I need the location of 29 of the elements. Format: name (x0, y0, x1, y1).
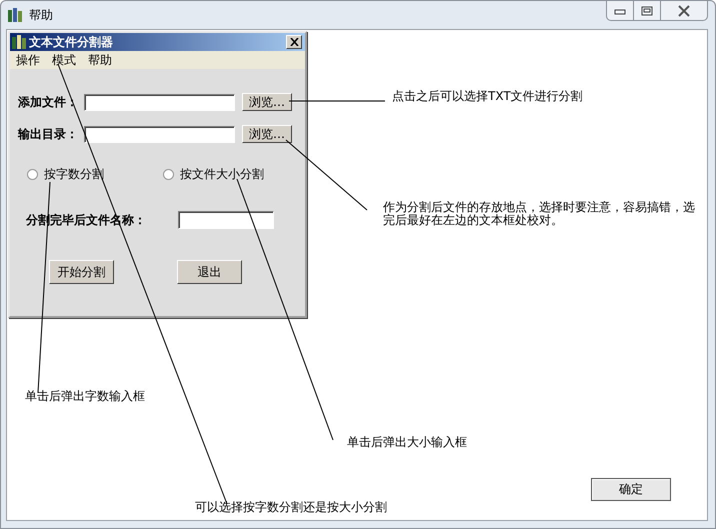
ok-button[interactable]: 确定 (591, 478, 671, 501)
browse-button[interactable]: 浏览… (242, 93, 292, 111)
close-icon (290, 38, 298, 46)
close-icon (677, 4, 691, 16)
annotation-text: 作为分割后文件的存放地点，选择时要注意，容易搞错，选完后最好在左边的文本框处校对。 (383, 201, 696, 227)
annotation-text: 可以选择按字数分割还是按大小分割 (195, 501, 387, 514)
maximize-icon (641, 6, 653, 16)
menu-item[interactable]: 模式 (52, 52, 76, 68)
annotation-text: 单击后弹出大小输入框 (347, 436, 467, 449)
books-icon (7, 7, 23, 23)
annotation-text: 单击后弹出字数输入框 (25, 390, 145, 403)
close-button[interactable] (286, 35, 302, 49)
dialog-title: 文本文件分割器 (29, 34, 114, 50)
menu-item[interactable]: 帮助 (88, 52, 112, 68)
radio-button[interactable] (163, 168, 174, 180)
dialog-button[interactable]: 开始分割 (49, 260, 114, 284)
radio-option[interactable]: 按文件大小分割 (163, 165, 299, 183)
filename-field[interactable] (178, 211, 274, 229)
minimize-icon (614, 6, 626, 14)
radio-button[interactable] (27, 168, 38, 180)
dialog-button[interactable]: 退出 (177, 260, 242, 284)
path-field[interactable] (84, 126, 235, 142)
annotation-text: 点击之后可以选择TXT文件进行分割 (392, 90, 583, 103)
window-title: 帮助 (29, 6, 53, 24)
browse-button[interactable]: 浏览… (242, 125, 292, 143)
menu-item[interactable]: 操作 (16, 52, 40, 68)
field-label: 输出目录： (18, 126, 79, 142)
path-field[interactable] (84, 94, 235, 110)
books-icon (11, 34, 27, 50)
